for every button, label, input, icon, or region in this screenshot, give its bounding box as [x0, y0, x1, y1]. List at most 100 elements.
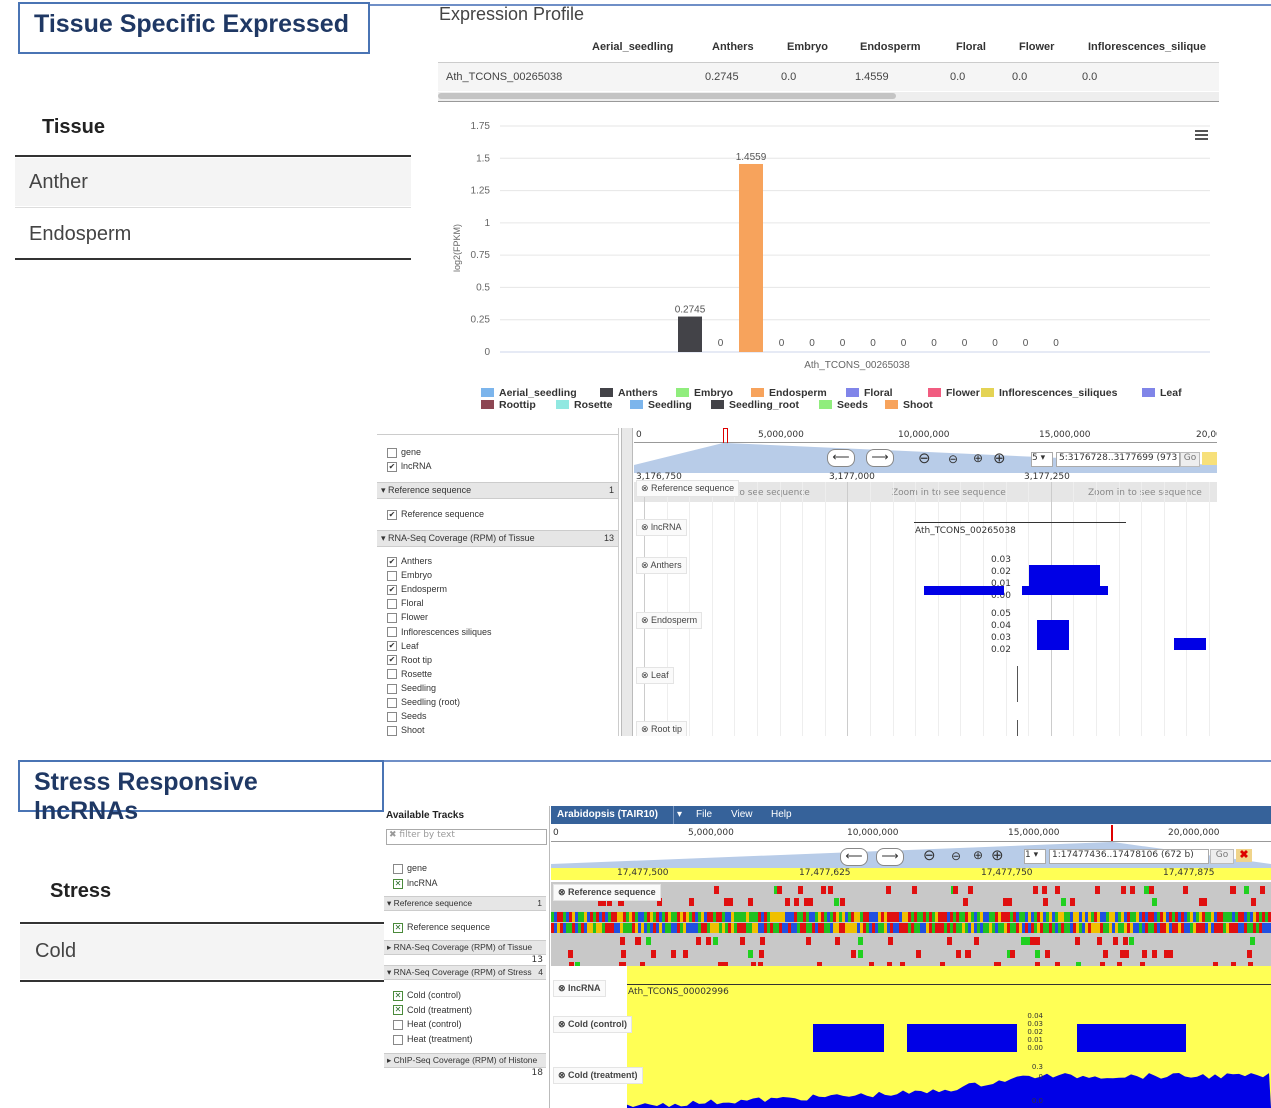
legend-swatch[interactable] [928, 388, 941, 397]
track-label-reference[interactable]: ⊗ Reference sequence [553, 884, 661, 901]
zoom-in-icon[interactable]: ⊕ [973, 451, 983, 465]
pan-left-button[interactable]: ⟵ [827, 449, 855, 467]
checkbox-icon[interactable] [387, 627, 397, 638]
bar[interactable] [678, 316, 702, 352]
checkbox-icon[interactable] [393, 1020, 403, 1031]
horizontal-scrollbar[interactable] [438, 92, 1219, 102]
dataset-dropdown-icon[interactable]: ▾ [677, 809, 682, 820]
zoom-out-big-icon[interactable]: ⊖ [923, 846, 936, 864]
legend-label[interactable]: Roottip [499, 399, 536, 411]
legend-swatch[interactable] [630, 400, 643, 409]
category-header-chipseq-histone[interactable]: ▸ ChIP-Seq Coverage (RPM) of Histone [384, 1053, 546, 1068]
legend-swatch[interactable] [556, 400, 569, 409]
lncrna-feature-line[interactable] [914, 522, 1126, 523]
pan-right-button[interactable]: ⟶ [876, 848, 904, 866]
column-header[interactable]: Inflorescences_silique [1088, 41, 1219, 53]
checkbox-icon[interactable] [387, 683, 397, 694]
zoom-in-icon[interactable]: ⊕ [973, 848, 983, 862]
legend-item[interactable]: Roottip [481, 399, 536, 411]
track-label-cold-control[interactable]: ⊗ Cold (control) [553, 1016, 633, 1033]
checkbox-checked-icon[interactable]: ✔ [387, 461, 397, 472]
zoom-in-big-icon[interactable]: ⊕ [991, 846, 1004, 864]
track-checkbox-gene[interactable]: gene [393, 863, 427, 874]
legend-label[interactable]: Endosperm [769, 387, 827, 399]
clear-highlight-icon[interactable]: ✖ [1236, 849, 1252, 862]
lncrna-feature-label[interactable]: Ath_TCONS_00002996 [628, 987, 729, 997]
checkbox-icon[interactable] [387, 613, 397, 624]
track-checkbox-reference[interactable]: ✔ Reference sequence [387, 509, 484, 520]
legend-item[interactable]: Rosette [556, 399, 613, 411]
legend-label[interactable]: Seedling [648, 399, 692, 411]
checkbox-icon[interactable] [393, 1034, 403, 1045]
overview-ruler[interactable]: 0 5,000,000 10,000,000 15,000,000 20,000… [634, 428, 1217, 444]
legend-item[interactable]: Seedling [630, 399, 692, 411]
lncrna-feature-line[interactable] [627, 984, 1271, 985]
legend-label[interactable]: Seeds [837, 399, 868, 411]
legend-swatch[interactable] [711, 400, 724, 409]
track-checkbox-lncrna[interactable]: ✕ lncRNA [393, 878, 438, 889]
zoom-out-icon[interactable]: ⊖ [948, 452, 958, 466]
legend-swatch[interactable] [981, 388, 994, 397]
legend-label[interactable]: Floral [864, 387, 893, 399]
legend-swatch[interactable] [819, 400, 832, 409]
genome-view[interactable]: 0 5,000,000 10,000,000 15,000,000 20,000… [634, 428, 1217, 736]
legend-item[interactable]: Leaf [1142, 387, 1182, 399]
track-label-root-tip[interactable]: ⊗ Root tip [636, 721, 688, 736]
legend-item[interactable]: Flower [928, 387, 980, 399]
checkbox-icon[interactable] [387, 725, 397, 736]
tissue-checkbox-item[interactable]: ✔ Anthers [387, 556, 432, 567]
track-checkbox-reference[interactable]: ✕ Reference sequence [393, 922, 490, 933]
track-label-leaf[interactable]: ⊗ Leaf [636, 667, 674, 684]
tissue-checkbox-item[interactable]: Floral [387, 598, 424, 609]
legend-label[interactable]: Leaf [1160, 387, 1182, 399]
stress-checkbox-item[interactable]: Heat (treatment) [393, 1034, 473, 1045]
legend-label[interactable]: Anthers [618, 387, 658, 399]
tissue-checkbox-item[interactable]: Rosette [387, 669, 432, 680]
zoom-in-big-icon[interactable]: ⊕ [993, 449, 1006, 467]
legend-label[interactable]: Seedling_root [729, 399, 800, 411]
track-label-reference[interactable]: ⊗ Reference sequence [636, 480, 740, 497]
go-button[interactable]: Go [1210, 849, 1234, 864]
category-header-rnaseq-tissue[interactable]: ▾ RNA-Seq Coverage (RPM) of Tissue 13 [377, 530, 618, 547]
column-header[interactable]: Embryo [787, 41, 828, 53]
tissue-checkbox-item[interactable]: Inflorescences siliques [387, 627, 492, 638]
scrollbar-thumb[interactable] [438, 93, 896, 99]
legend-item[interactable]: Inflorescences_siliques [981, 387, 1118, 399]
go-button[interactable]: Go [1180, 452, 1200, 467]
legend-swatch[interactable] [600, 388, 613, 397]
panel-splitter[interactable] [621, 428, 633, 736]
column-header[interactable]: Endosperm [860, 41, 921, 53]
checkbox-icon[interactable] [387, 711, 397, 722]
legend-swatch[interactable] [846, 388, 859, 397]
checkbox-checked-icon[interactable]: ✕ [393, 878, 403, 889]
genome-view[interactable]: Arabidopsis (TAIR10) ▾ File View Help 0 … [551, 806, 1271, 1108]
dataset-selector[interactable]: Arabidopsis (TAIR10) [557, 809, 658, 820]
pan-left-button[interactable]: ⟵ [840, 848, 868, 866]
track-label-endosperm[interactable]: ⊗ Endosperm [636, 612, 703, 629]
menu-file[interactable]: File [696, 809, 712, 820]
legend-label[interactable]: Rosette [574, 399, 613, 411]
category-header-reference[interactable]: ▾ Reference sequence 1 [384, 896, 546, 911]
column-header[interactable]: Anthers [712, 41, 754, 53]
checkbox-checked-icon[interactable]: ✔ [387, 556, 397, 567]
tissue-checkbox-item[interactable]: Flower [387, 612, 428, 624]
checkbox-checked-icon[interactable]: ✕ [393, 1005, 403, 1016]
overview-ruler[interactable]: 0 5,000,000 10,000,000 15,000,000 20,000… [551, 825, 1271, 842]
legend-swatch[interactable] [481, 388, 494, 397]
chart-menu-icon[interactable] [1195, 130, 1208, 140]
tissue-checkbox-item[interactable]: Seeds [387, 711, 427, 722]
tissue-checkbox-item[interactable]: ✔ Endosperm [387, 584, 447, 595]
zoom-out-icon[interactable]: ⊖ [951, 849, 961, 863]
legend-item[interactable]: Anthers [600, 387, 658, 399]
column-header[interactable]: Flower [1019, 41, 1054, 53]
tissue-checkbox-item[interactable]: ✔ Leaf [387, 641, 419, 652]
checkbox-checked-icon[interactable]: ✕ [393, 990, 403, 1001]
legend-item[interactable]: Shoot [885, 399, 933, 411]
location-input[interactable]: 1:17477436..17478106 (672 b) [1049, 849, 1209, 864]
pan-right-button[interactable]: ⟶ [866, 449, 894, 467]
checkbox-checked-icon[interactable]: ✔ [387, 509, 397, 520]
tissue-checkbox-item[interactable]: Seedling (root) [387, 697, 460, 708]
track-label-lncrna[interactable]: ⊗ lncRNA [553, 980, 606, 997]
checkbox-icon[interactable] [387, 697, 397, 708]
track-checkbox-gene[interactable]: gene [387, 447, 421, 458]
